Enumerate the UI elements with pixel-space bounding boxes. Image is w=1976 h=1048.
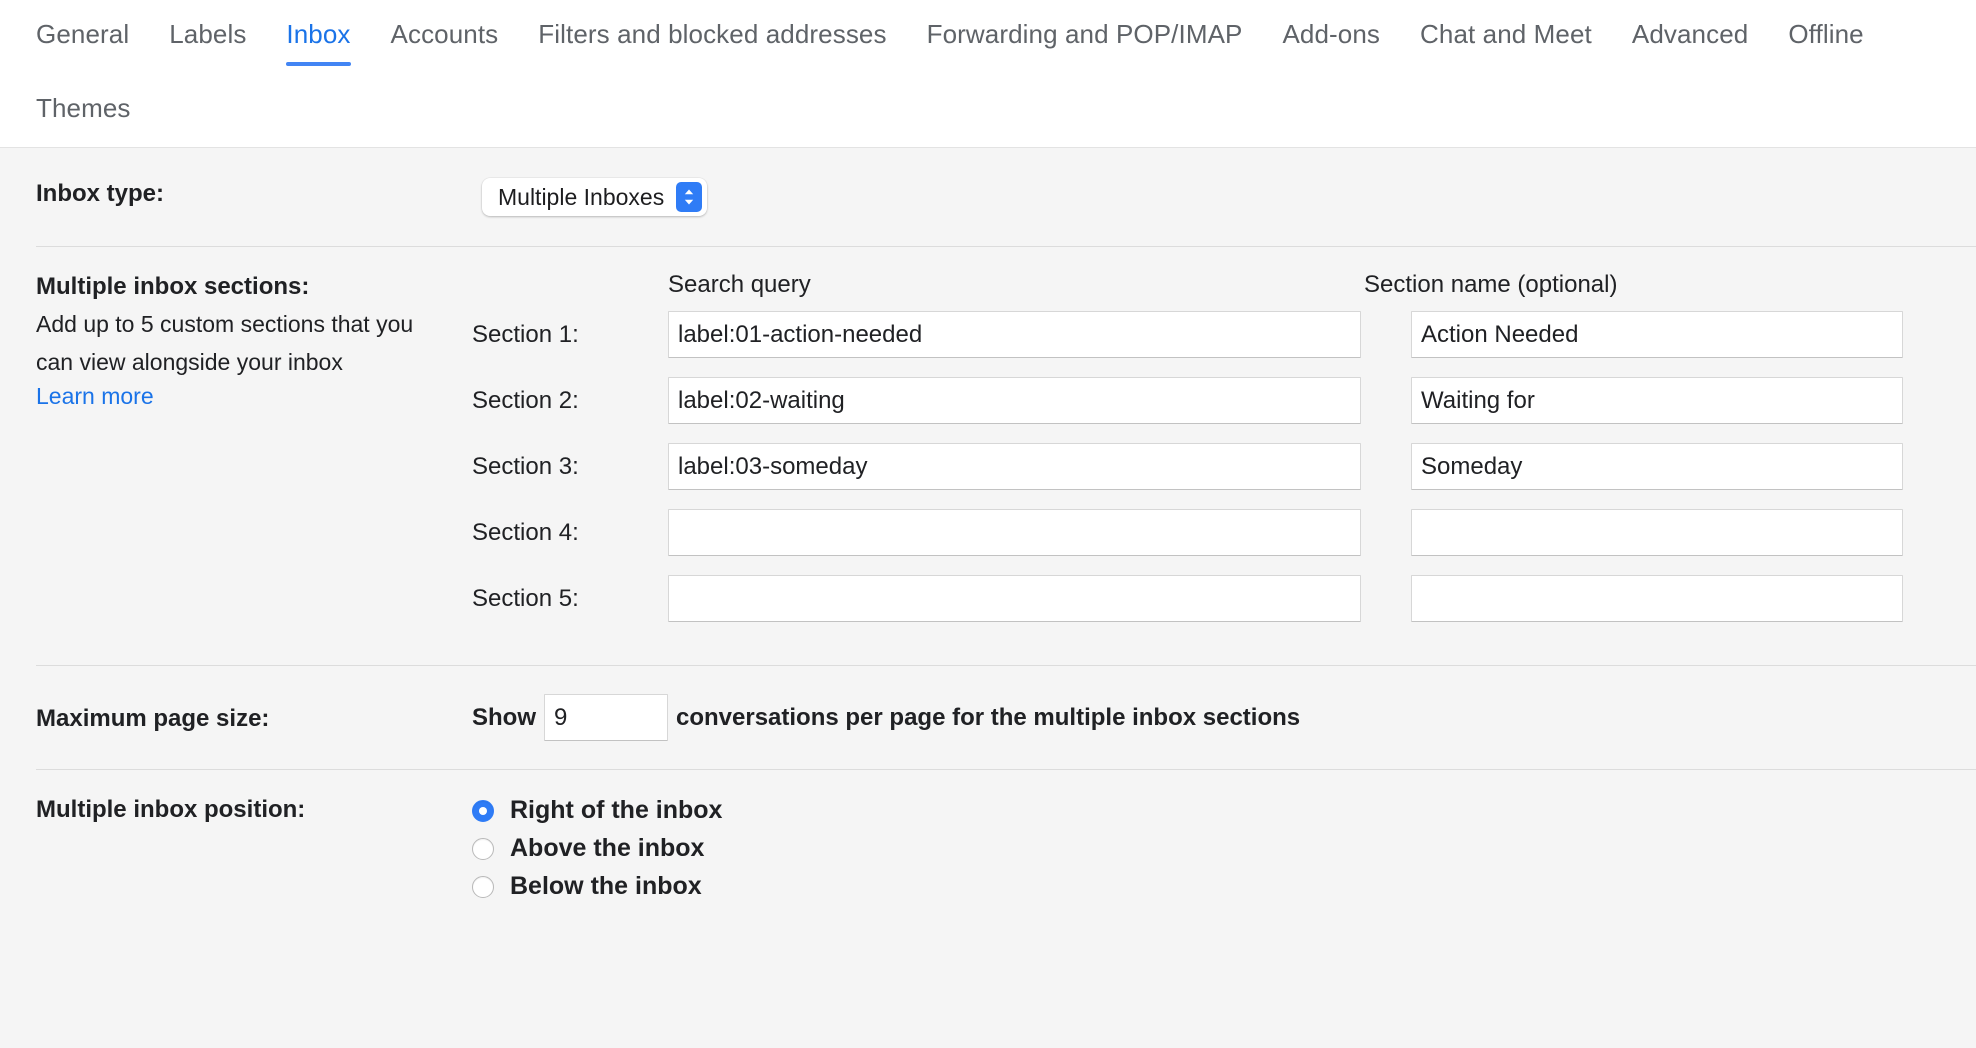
section-row-2: Section 2: bbox=[472, 377, 1976, 424]
section-1-name-input[interactable] bbox=[1411, 311, 1903, 358]
section-3-name-input[interactable] bbox=[1411, 443, 1903, 490]
maximum-page-size-row: Maximum page size: Show conversations pe… bbox=[0, 666, 1976, 769]
radio-button-icon[interactable] bbox=[472, 838, 494, 860]
section-row-4: Section 4: bbox=[472, 509, 1976, 556]
inbox-type-row: Inbox type: Multiple Inboxes bbox=[0, 148, 1976, 246]
radio-button-icon[interactable] bbox=[472, 800, 494, 822]
section-1-label: Section 1: bbox=[472, 321, 668, 349]
section-row-1: Section 1: bbox=[472, 311, 1976, 358]
learn-more-link[interactable]: Learn more bbox=[36, 383, 154, 410]
section-2-label: Section 2: bbox=[472, 387, 668, 415]
column-header-search-query: Search query bbox=[668, 271, 1361, 299]
tab-chat-and-meet[interactable]: Chat and Meet bbox=[1420, 0, 1592, 74]
section-row-5: Section 5: bbox=[472, 575, 1976, 622]
radio-above-the-inbox[interactable]: Above the inbox bbox=[472, 834, 722, 863]
section-4-label: Section 4: bbox=[472, 519, 668, 547]
sections-table: Search query Section name (optional) Sec… bbox=[472, 271, 1976, 641]
radio-right-of-the-inbox[interactable]: Right of the inbox bbox=[472, 796, 722, 825]
maximum-page-size-label: Maximum page size: bbox=[36, 703, 472, 733]
inbox-settings-panel: Inbox type: Multiple Inboxes Multiple in… bbox=[0, 148, 1976, 925]
chevron-up-down-icon[interactable] bbox=[676, 182, 702, 212]
section-1-query-input[interactable] bbox=[668, 311, 1361, 358]
tab-general[interactable]: General bbox=[36, 0, 129, 74]
radio-below-the-inbox[interactable]: Below the inbox bbox=[472, 872, 722, 901]
section-5-query-input[interactable] bbox=[668, 575, 1361, 622]
tab-inbox[interactable]: Inbox bbox=[286, 0, 350, 74]
section-3-query-input[interactable] bbox=[668, 443, 1361, 490]
tab-advanced[interactable]: Advanced bbox=[1632, 0, 1748, 74]
page-size-input[interactable] bbox=[544, 694, 668, 741]
sections-description: Add up to 5 custom sections that you can… bbox=[36, 305, 446, 381]
sections-column-headers: Search query Section name (optional) bbox=[472, 271, 1976, 299]
tab-filters-and-blocked-addresses[interactable]: Filters and blocked addresses bbox=[538, 0, 886, 74]
tab-offline[interactable]: Offline bbox=[1788, 0, 1863, 74]
page-size-tail-text: conversations per page for the multiple … bbox=[676, 704, 1300, 732]
multiple-inbox-position-label: Multiple inbox position: bbox=[36, 794, 472, 824]
section-5-label: Section 5: bbox=[472, 585, 668, 613]
section-4-query-input[interactable] bbox=[668, 509, 1361, 556]
multiple-inbox-sections-row: Multiple inbox sections: Add up to 5 cus… bbox=[0, 247, 1976, 665]
section-2-query-input[interactable] bbox=[668, 377, 1361, 424]
inbox-type-selected-value: Multiple Inboxes bbox=[498, 184, 664, 211]
inbox-type-label: Inbox type: bbox=[36, 178, 472, 208]
maximum-page-size-body: Show conversations per page for the mult… bbox=[472, 694, 1300, 741]
section-row-3: Section 3: bbox=[472, 443, 1976, 490]
inbox-type-select[interactable]: Multiple Inboxes bbox=[482, 178, 707, 216]
show-label: Show bbox=[472, 704, 536, 732]
position-radio-group: Right of the inbox Above the inbox Below… bbox=[472, 794, 722, 901]
tab-themes[interactable]: Themes bbox=[36, 74, 131, 148]
multiple-inbox-position-row: Multiple inbox position: Right of the in… bbox=[0, 770, 1976, 925]
settings-tab-bar: General Labels Inbox Accounts Filters an… bbox=[0, 0, 1976, 148]
header-spacer bbox=[472, 271, 668, 299]
tab-add-ons[interactable]: Add-ons bbox=[1282, 0, 1380, 74]
sections-title: Multiple inbox sections: bbox=[36, 273, 309, 300]
radio-button-icon[interactable] bbox=[472, 876, 494, 898]
radio-above-the-inbox-label: Above the inbox bbox=[510, 834, 704, 863]
radio-below-the-inbox-label: Below the inbox bbox=[510, 872, 702, 901]
tab-labels[interactable]: Labels bbox=[169, 0, 246, 74]
tab-accounts[interactable]: Accounts bbox=[391, 0, 499, 74]
tab-forwarding-and-pop-imap[interactable]: Forwarding and POP/IMAP bbox=[927, 0, 1243, 74]
section-3-label: Section 3: bbox=[472, 453, 668, 481]
column-header-section-name: Section name (optional) bbox=[1361, 271, 1853, 299]
section-5-name-input[interactable] bbox=[1411, 575, 1903, 622]
section-2-name-input[interactable] bbox=[1411, 377, 1903, 424]
section-4-name-input[interactable] bbox=[1411, 509, 1903, 556]
multiple-inbox-sections-label: Multiple inbox sections: Add up to 5 cus… bbox=[36, 271, 472, 411]
radio-right-of-the-inbox-label: Right of the inbox bbox=[510, 796, 722, 825]
